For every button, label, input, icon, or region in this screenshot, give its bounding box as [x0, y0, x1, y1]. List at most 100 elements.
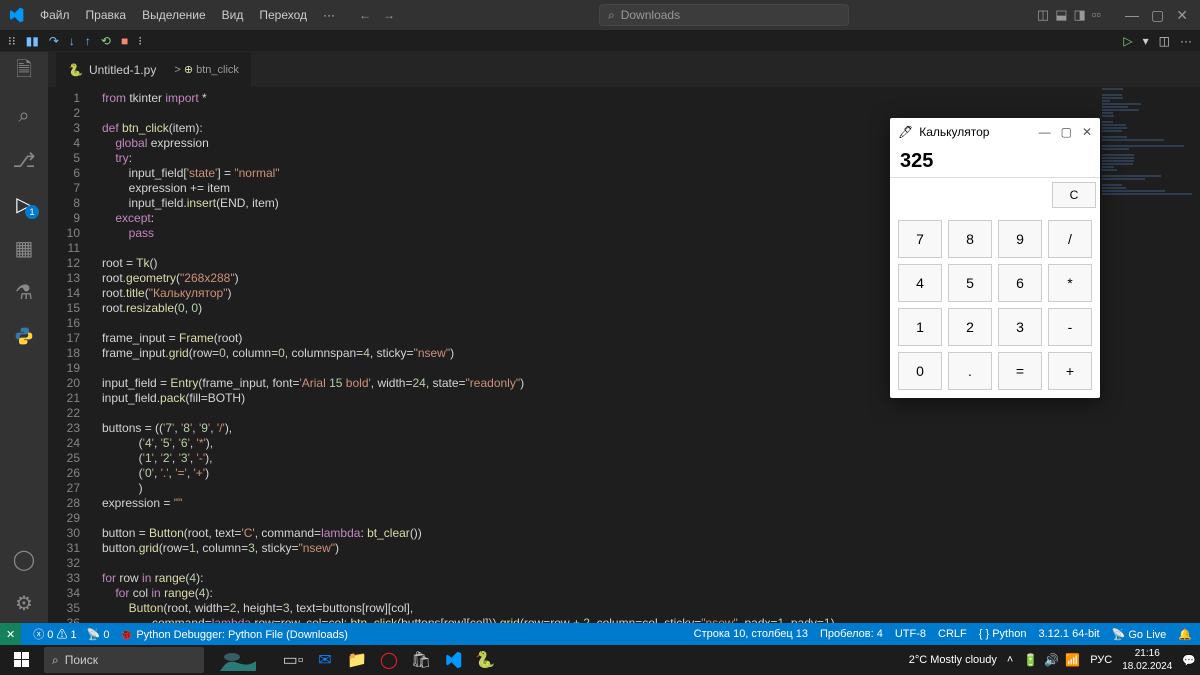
stop-icon[interactable]: ■ [121, 34, 128, 48]
minimize-button[interactable]: — [1125, 7, 1139, 24]
python-task-icon[interactable]: 🐍 [470, 646, 500, 674]
action-center-icon[interactable]: 💬 [1182, 654, 1196, 667]
wifi-icon[interactable]: 📶 [1065, 653, 1080, 667]
battery-icon[interactable]: 🔋 [1023, 653, 1038, 667]
calc-key-1[interactable]: 1 [898, 308, 942, 346]
input-language[interactable]: РУС [1090, 654, 1112, 666]
layout-panel-icon[interactable]: ⬓ [1055, 7, 1067, 24]
layout-sidebar-icon[interactable]: ◫ [1037, 7, 1049, 24]
calc-key-+[interactable]: + [1048, 352, 1092, 390]
problems-status[interactable]: ⓧ 0 ⚠ 1 [33, 626, 76, 642]
tab-label: Untitled-1.py [89, 63, 156, 77]
calc-key-*[interactable]: * [1048, 264, 1092, 302]
run-dropdown-icon[interactable]: ▾ [1143, 34, 1149, 48]
menu-go[interactable]: Переход [251, 4, 315, 26]
calc-maximize[interactable]: ▢ [1061, 125, 1072, 139]
editor-tabs: 🐍 Untitled-1.py > ⊕ btn_click [48, 52, 1200, 87]
calc-key-=[interactable]: = [998, 352, 1042, 390]
menu-view[interactable]: Вид [214, 4, 252, 26]
python-interpreter[interactable]: 3.12.1 64-bit [1038, 628, 1099, 640]
layout-right-icon[interactable]: ◨ [1074, 7, 1086, 24]
weather-widget[interactable]: 2°C Mostly cloudy [909, 654, 997, 666]
vscode-task-icon[interactable] [438, 646, 468, 674]
run-icon[interactable]: ▷ [1123, 34, 1132, 48]
calc-key-8[interactable]: 8 [948, 220, 992, 258]
step-over-icon[interactable]: ↷ [49, 34, 59, 48]
eol[interactable]: CRLF [938, 628, 967, 640]
breadcrumb-symbol: btn_click [196, 64, 239, 76]
calc-key-/[interactable]: / [1048, 220, 1092, 258]
encoding[interactable]: UTF-8 [895, 628, 926, 640]
app-menu: Файл Правка Выделение Вид Переход ··· [32, 4, 343, 26]
notifications-icon[interactable]: 🔔 [1178, 628, 1192, 641]
calc-key-9[interactable]: 9 [998, 220, 1042, 258]
tray-chevron-icon[interactable]: ˄ [1007, 654, 1013, 666]
calc-key-6[interactable]: 6 [998, 264, 1042, 302]
calc-key-2[interactable]: 2 [948, 308, 992, 346]
settings-gear-icon[interactable]: ⚙ [12, 591, 36, 615]
breadcrumb[interactable]: > ⊕ btn_click [174, 63, 239, 76]
testing-icon[interactable]: ⚗ [12, 280, 36, 304]
mail-app-icon[interactable]: ✉ [310, 646, 340, 674]
command-center-search[interactable]: ⌕ Downloads [599, 4, 849, 26]
calculator-title: Калькулятор [919, 125, 989, 139]
code-content[interactable]: from tkinter import *def btn_click(item)… [90, 87, 835, 623]
nav-forward-icon[interactable]: → [383, 8, 395, 22]
taskbar-search[interactable]: ⌕ Поиск [44, 647, 204, 673]
volume-icon[interactable]: 🔊 [1044, 653, 1059, 667]
drag-handle-icon[interactable]: ⁝⁝ [8, 34, 16, 48]
explorer-app-icon[interactable]: 📁 [342, 646, 372, 674]
calc-key-.[interactable]: . [948, 352, 992, 390]
calc-key-4[interactable]: 4 [898, 264, 942, 302]
maximize-button[interactable]: ▢ [1151, 7, 1164, 24]
step-into-icon[interactable]: ↓ [69, 34, 75, 48]
editor-more-icon[interactable]: ··· [1180, 34, 1192, 48]
search-placeholder: Поиск [65, 653, 98, 667]
language-mode[interactable]: { } Python [979, 628, 1027, 640]
cursor-position[interactable]: Строка 10, столбец 13 [694, 628, 808, 640]
split-editor-icon[interactable]: ◫ [1159, 34, 1170, 48]
pause-icon[interactable]: ▮▮ [26, 34, 39, 48]
python-ext-icon[interactable] [12, 324, 36, 348]
toolbar-more-icon[interactable]: ⁝ [138, 34, 142, 48]
minimap[interactable] [1100, 87, 1200, 623]
step-out-icon[interactable]: ↑ [85, 34, 91, 48]
menu-edit[interactable]: Правка [78, 4, 135, 26]
calc-key-7[interactable]: 7 [898, 220, 942, 258]
calc-close[interactable]: ✕ [1082, 125, 1092, 139]
nav-back-icon[interactable]: ← [359, 8, 371, 22]
indentation[interactable]: Пробелов: 4 [820, 628, 883, 640]
calc-key-5[interactable]: 5 [948, 264, 992, 302]
source-control-icon[interactable]: ⎇ [12, 148, 36, 172]
extensions-icon[interactable]: ▦ [12, 236, 36, 260]
run-debug-icon[interactable]: ▷1 [12, 192, 36, 216]
search-icon: ⌕ [608, 8, 615, 23]
opera-icon[interactable]: ◯ [374, 646, 404, 674]
layout-customize-icon[interactable]: ▫▫ [1092, 7, 1101, 24]
calc-key--[interactable]: - [1048, 308, 1092, 346]
search-activity-icon[interactable]: ⌕ [12, 104, 36, 128]
restart-icon[interactable]: ⟲ [101, 34, 111, 48]
start-button[interactable] [4, 646, 40, 674]
menu-file[interactable]: Файл [32, 4, 78, 26]
calc-key-3[interactable]: 3 [998, 308, 1042, 346]
tab-untitled[interactable]: 🐍 Untitled-1.py > ⊕ btn_click [56, 52, 252, 87]
taskbar-widget[interactable] [208, 649, 268, 671]
debug-config[interactable]: 🐞 Python Debugger: Python File (Download… [120, 628, 348, 641]
ports-status[interactable]: 📡 0 [87, 628, 110, 641]
close-button[interactable]: ✕ [1176, 7, 1188, 24]
explorer-icon[interactable]: 🗎 [12, 60, 36, 84]
python-file-icon: 🐍 [68, 63, 83, 77]
menu-selection[interactable]: Выделение [134, 4, 214, 26]
menu-more[interactable]: ··· [315, 4, 343, 26]
task-view-icon[interactable]: ▭▫ [278, 646, 308, 674]
remote-indicator[interactable]: ✕ [0, 623, 21, 645]
taskbar-clock[interactable]: 21:16 18.02.2024 [1122, 647, 1172, 673]
calculator-titlebar[interactable]: 🖊 Калькулятор — ▢ ✕ [890, 118, 1100, 146]
calc-key-0[interactable]: 0 [898, 352, 942, 390]
go-live[interactable]: 📡 Go Live [1112, 628, 1167, 641]
calc-minimize[interactable]: — [1039, 125, 1051, 139]
calc-clear-button[interactable]: C [1052, 182, 1096, 208]
accounts-icon[interactable]: ◯ [12, 547, 36, 571]
store-icon[interactable]: 🛍 [406, 646, 436, 674]
